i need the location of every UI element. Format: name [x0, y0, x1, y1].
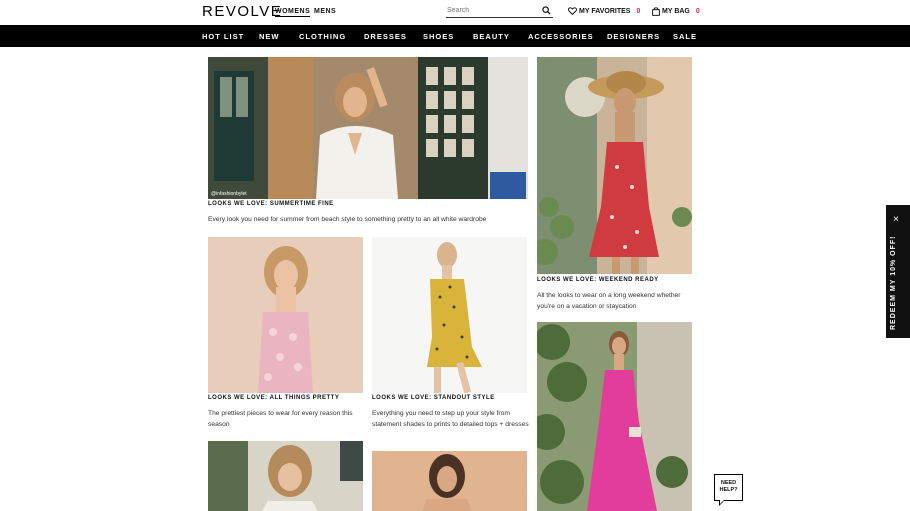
bag-count: 0 [695, 8, 700, 15]
weekend-ready-title[interactable]: LOOKS WE LOVE: WEEKEND READY [537, 277, 659, 283]
top-header: REVOLVE WOMENS MENS MY FAVORITES 0 MY BA… [0, 0, 910, 25]
weekend-ready-desc: All the looks to wear on a long weekend … [537, 292, 681, 310]
look-image-6[interactable] [372, 451, 527, 511]
close-icon[interactable]: × [893, 215, 899, 225]
redeem-promo-tab[interactable]: × REDEEM MY 10% OFF! [886, 205, 910, 338]
womens-link[interactable]: WOMENS [275, 8, 311, 17]
weekend-photo [537, 57, 692, 274]
heart-icon [568, 7, 577, 15]
look-image-7[interactable] [537, 322, 692, 511]
pretty-photo [208, 237, 363, 393]
search-box[interactable] [446, 4, 553, 18]
look-photo-7 [537, 322, 692, 511]
standout-photo [372, 237, 527, 393]
nav-sale[interactable]: SALE [673, 32, 697, 41]
summertime-fine-title[interactable]: LOOKS WE LOVE: SUMMERTIME FINE [208, 201, 334, 207]
weekend-ready-image[interactable] [537, 57, 692, 274]
nav-hot-list[interactable]: HOT LIST [202, 32, 244, 41]
favorites-count: 0 [636, 7, 641, 15]
need-help-button[interactable]: NEED HELP? [714, 474, 743, 506]
all-things-pretty-title[interactable]: LOOKS WE LOVE: ALL THINGS PRETTY [208, 395, 339, 401]
my-bag-link[interactable]: MY BAG 0 [652, 7, 700, 16]
nav-clothing[interactable]: CLOTHING [299, 32, 346, 41]
redeem-promo-label[interactable]: REDEEM MY 10% OFF! [890, 236, 897, 331]
need-help-label: NEED HELP? [719, 480, 738, 493]
my-favorites-link[interactable]: MY FAVORITES 0 [568, 7, 640, 15]
nav-accessories[interactable]: ACCESSORIES [528, 32, 594, 41]
revolve-logo[interactable]: REVOLVE [202, 3, 282, 20]
look-photo-6 [372, 451, 527, 511]
look-image-5[interactable] [208, 441, 363, 511]
category-nav: HOT LIST NEW CLOTHING DRESSES SHOES BEAU… [0, 25, 910, 47]
summertime-photo: @infashionbylet [208, 57, 528, 199]
nav-designers[interactable]: DESIGNERS [607, 32, 660, 41]
search-icon[interactable] [542, 6, 551, 15]
bag-label: MY BAG [662, 8, 690, 15]
standout-style-image[interactable] [372, 237, 527, 393]
summertime-fine-desc: Every look you need for summer from beac… [208, 216, 487, 223]
nav-shoes[interactable]: SHOES [423, 32, 454, 41]
mens-link[interactable]: MENS [314, 8, 336, 15]
summertime-fine-image[interactable]: @infashionbylet [208, 57, 528, 199]
photo-watermark: @infashionbylet [211, 191, 247, 197]
favorites-label: MY FAVORITES [579, 7, 631, 15]
standout-style-title[interactable]: LOOKS WE LOVE: STANDOUT STYLE [372, 395, 495, 401]
nav-dresses[interactable]: DRESSES [364, 32, 407, 41]
look-photo-5 [208, 441, 363, 511]
all-things-pretty-image[interactable] [208, 237, 363, 393]
all-things-pretty-desc: The prettiest pieces to wear for every r… [208, 410, 353, 428]
nav-new[interactable]: NEW [259, 32, 280, 41]
search-input[interactable] [447, 7, 537, 14]
standout-style-desc: Everything you need to step up your styl… [372, 410, 529, 428]
bag-icon [652, 7, 660, 16]
nav-beauty[interactable]: BEAUTY [473, 32, 510, 41]
